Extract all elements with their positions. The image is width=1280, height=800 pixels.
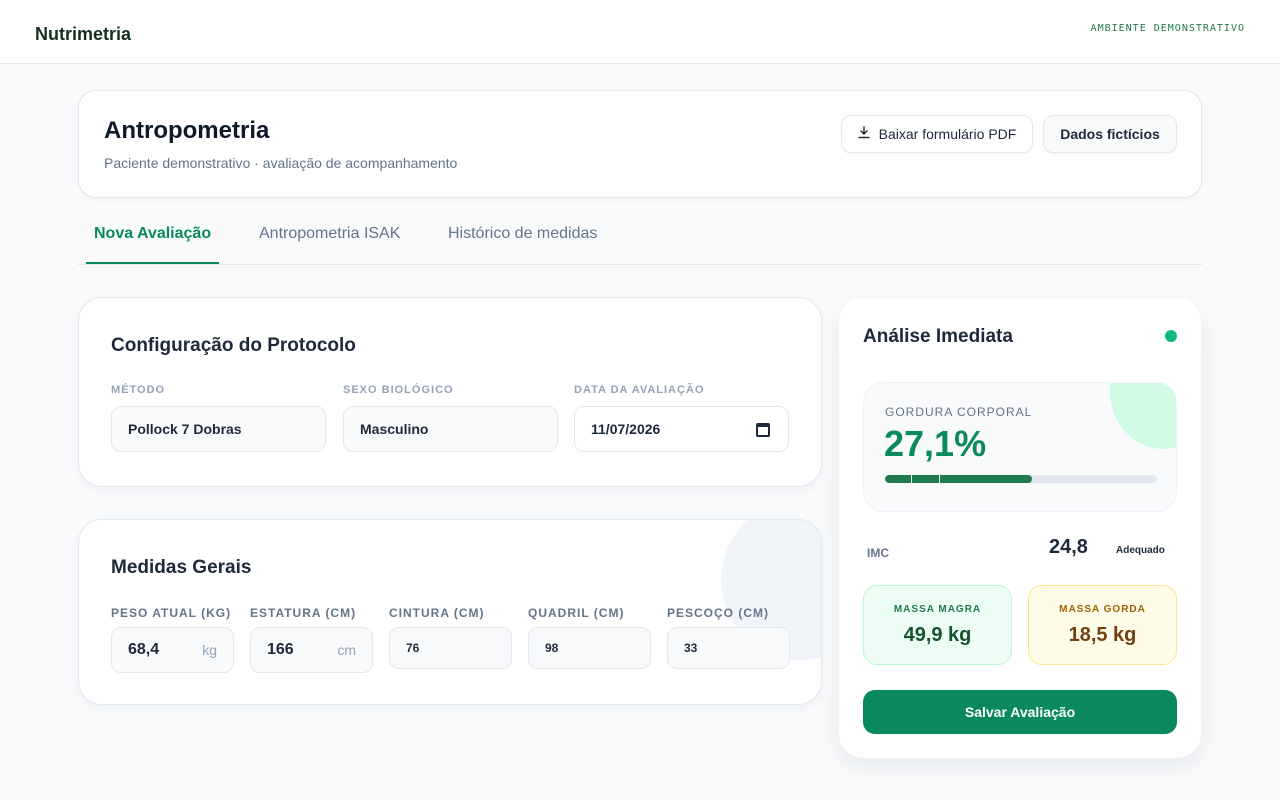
hip-input[interactable]: 98 (528, 627, 651, 669)
fat-mass-box: MASSA GORDA 18,5 kg (1028, 585, 1177, 665)
lean-mass-box: MASSA MAGRA 49,9 kg (863, 585, 1012, 665)
body-fat-panel: GORDURA CORPORAL 27,1% (863, 382, 1177, 512)
general-measures-card: Medidas Gerais PESO ATUAL (KG) 68,4 kg E… (78, 519, 822, 705)
date-value: 11/07/2026 (591, 421, 661, 437)
neck-input[interactable]: 33 (667, 627, 790, 669)
save-evaluation-button[interactable]: Salvar Avaliação (863, 690, 1177, 734)
body-fat-value: 27,1% (884, 423, 987, 464)
height-unit: cm (337, 642, 356, 658)
protocol-card: Configuração do Protocolo MÉTODO Pollock… (78, 297, 822, 487)
tab-nova-avaliacao[interactable]: Nova Avaliação (94, 225, 211, 243)
body-fat-progress-fill (885, 475, 1032, 483)
waist-label: CINTURA (CM) (389, 606, 485, 620)
weight-unit: kg (202, 642, 217, 658)
imc-status: Adequado (1116, 545, 1165, 556)
weight-value: 68,4 (128, 641, 160, 658)
sex-select[interactable]: Masculino (343, 406, 558, 452)
method-label: MÉTODO (111, 384, 166, 396)
progress-tick (911, 475, 912, 483)
protocol-title: Configuração do Protocolo (111, 335, 356, 356)
decorative-circle (1110, 383, 1176, 449)
lean-mass-value: 49,9 kg (903, 624, 972, 646)
fat-mass-label: MASSA GORDA (1059, 604, 1146, 615)
weight-input[interactable]: 68,4 kg (111, 627, 234, 673)
progress-tick (939, 475, 940, 483)
body-fat-label: GORDURA CORPORAL (885, 405, 1033, 419)
analysis-title: Análise Imediata (863, 326, 1013, 347)
height-value: 166 (267, 641, 294, 658)
status-dot-icon (1165, 330, 1177, 342)
fictitious-data-button[interactable]: Dados fictícios (1043, 115, 1177, 153)
height-input[interactable]: 166 cm (250, 627, 373, 673)
download-pdf-label: Baixar formulário PDF (878, 126, 1017, 142)
date-label: DATA DA AVALIAÇÃO (574, 384, 705, 396)
brand-logo[interactable]: Nutrimetria (35, 24, 131, 45)
imc-value: 24,8 (1049, 536, 1088, 558)
waist-input[interactable]: 76 (389, 627, 512, 669)
imc-label: IMC (867, 546, 889, 560)
environment-badge: AMBIENTE DEMONSTRATIVO (1090, 23, 1245, 34)
tab-antropometria-isak[interactable]: Antropometria ISAK (259, 225, 400, 243)
sex-label: SEXO BIOLÓGICO (343, 384, 454, 396)
height-label: ESTATURA (CM) (250, 606, 357, 620)
tab-bar: Nova Avaliação Antropometria ISAK Histór… (78, 210, 1202, 265)
page-title: Antropometria (104, 117, 270, 144)
body-fat-progress (885, 475, 1157, 483)
weight-label: PESO ATUAL (KG) (111, 606, 232, 620)
tab-historico-medidas[interactable]: Histórico de medidas (448, 225, 597, 243)
calendar-icon[interactable] (756, 423, 770, 437)
hip-label: QUADRIL (CM) (528, 606, 625, 620)
fat-mass-value: 18,5 kg (1068, 624, 1137, 646)
neck-label: PESCOÇO (CM) (667, 606, 769, 620)
active-tab-indicator (86, 262, 219, 264)
page-subtitle: Paciente demonstrativo · avaliação de ac… (104, 155, 458, 171)
lean-mass-label: MASSA MAGRA (893, 604, 982, 615)
measures-title: Medidas Gerais (111, 557, 252, 578)
download-icon (857, 126, 870, 142)
download-pdf-button[interactable]: Baixar formulário PDF (841, 115, 1033, 153)
page-header-card: Antropometria Paciente demonstrativo · a… (78, 90, 1202, 198)
method-select[interactable]: Pollock 7 Dobras (111, 406, 326, 452)
analysis-card: Análise Imediata GORDURA CORPORAL 27,1% … (839, 298, 1201, 758)
date-input[interactable]: 11/07/2026 (574, 406, 789, 452)
top-bar: Nutrimetria AMBIENTE DEMONSTRATIVO (0, 0, 1280, 64)
